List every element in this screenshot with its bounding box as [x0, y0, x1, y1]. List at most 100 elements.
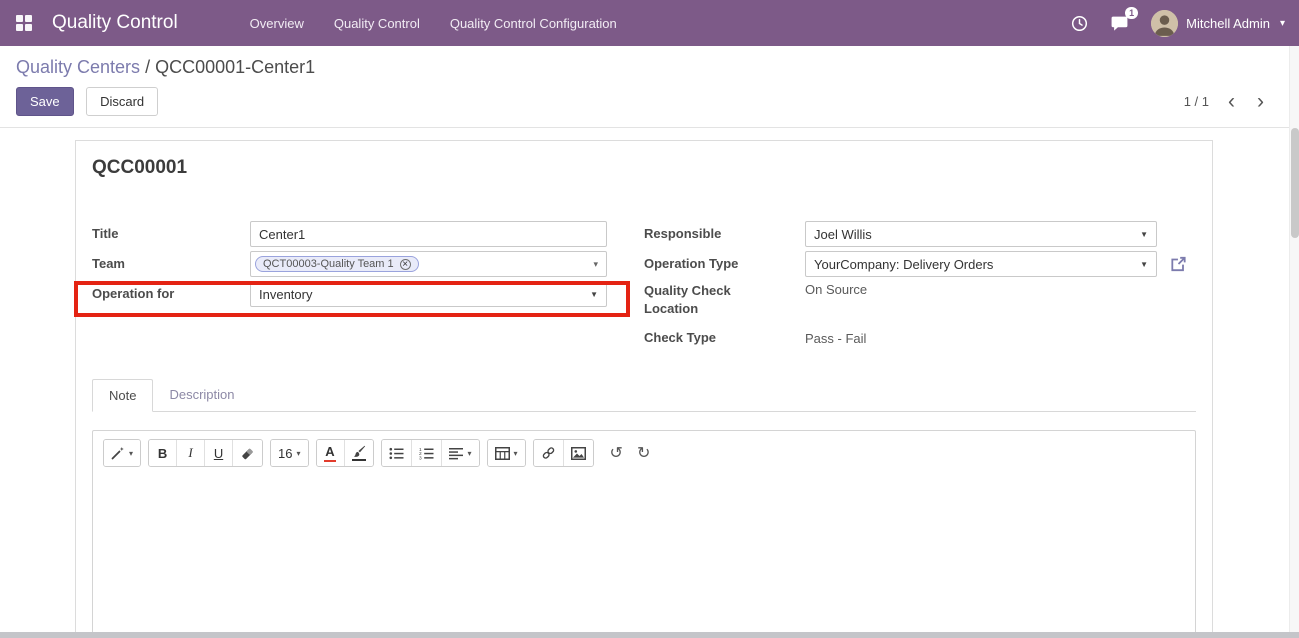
font-style-group: B I U	[148, 439, 263, 467]
messages-menu-button[interactable]: 1	[1110, 15, 1129, 32]
eraser-icon	[240, 446, 255, 460]
field-label-operation-for: Operation for	[92, 285, 250, 303]
underline-icon: U	[214, 446, 223, 461]
tab-description[interactable]: Description	[153, 379, 250, 411]
responsible-value: Joel Willis	[814, 227, 872, 242]
app-title[interactable]: Quality Control	[52, 12, 178, 34]
paint-brush-icon	[352, 445, 366, 461]
bold-icon: B	[158, 446, 167, 461]
save-button[interactable]: Save	[16, 87, 74, 116]
field-row-team: Team QCT00003-Quality Team 1 × ▾	[92, 249, 644, 279]
menu-overview[interactable]: Overview	[250, 16, 304, 31]
record-name: QCC00001	[92, 157, 1196, 179]
bold-button[interactable]: B	[149, 440, 177, 466]
color-group: A	[316, 439, 374, 467]
person-icon	[1151, 10, 1178, 37]
caret-down-icon: ▾	[296, 449, 300, 458]
title-input[interactable]	[250, 221, 607, 247]
field-label-operation-type: Operation Type	[644, 255, 805, 273]
insert-group	[533, 439, 594, 467]
insert-link-button[interactable]	[534, 440, 564, 466]
select-caret-icon: ▼	[1140, 230, 1148, 239]
discard-button[interactable]: Discard	[86, 87, 158, 116]
control-panel-row: Save Discard 1 / 1 ‹ ›	[16, 87, 1283, 116]
tab-note[interactable]: Note	[92, 379, 153, 412]
numbered-list-icon: 123	[419, 447, 434, 460]
navbar-right: 1 Mitchell Admin ▾	[1071, 10, 1285, 37]
select-caret-icon: ▼	[590, 290, 598, 299]
note-editor-content[interactable]	[93, 475, 1195, 638]
link-icon	[541, 446, 556, 460]
field-label-responsible: Responsible	[644, 225, 805, 243]
caret-down-icon: ▾	[129, 449, 133, 458]
highlight-color-button[interactable]	[345, 440, 373, 466]
style-dropdown-button[interactable]: ▾	[104, 440, 140, 466]
font-color-button[interactable]: A	[317, 440, 345, 466]
clock-icon	[1071, 15, 1088, 32]
menu-quality-control[interactable]: Quality Control	[334, 16, 420, 31]
navbar-left: Quality Control Overview Quality Control…	[6, 5, 617, 41]
apps-grid-icon	[16, 15, 32, 31]
caret-down-icon: ▾	[468, 449, 472, 458]
insert-image-button[interactable]	[564, 440, 593, 466]
breadcrumb: Quality Centers / QCC00001-Center1	[16, 57, 1283, 78]
scrollbar-thumb[interactable]	[1291, 128, 1299, 238]
table-icon	[495, 447, 510, 460]
ordered-list-button[interactable]: 123	[412, 440, 442, 466]
history-group: ↺ ↻	[603, 440, 658, 466]
paragraph-align-button[interactable]: ▾	[442, 440, 479, 466]
remove-tag-icon[interactable]: ×	[400, 259, 411, 270]
editor-toolbar: ▾ B I U	[93, 431, 1195, 475]
field-label-check-type: Check Type	[644, 329, 805, 347]
undo-button[interactable]: ↺	[603, 440, 630, 466]
redo-button[interactable]: ↻	[630, 440, 657, 466]
eraser-button[interactable]	[233, 440, 262, 466]
field-row-operation-for: Operation for Inventory ▼	[92, 279, 644, 309]
check-type-value: Pass - Fail	[805, 331, 866, 346]
team-tag-label: QCT00003-Quality Team 1	[263, 258, 394, 270]
paragraph-group: 123 ▾	[381, 439, 480, 467]
activities-clock-icon[interactable]	[1071, 15, 1088, 32]
magic-wand-icon	[111, 446, 125, 460]
unordered-list-button[interactable]	[382, 440, 412, 466]
underline-button[interactable]: U	[205, 440, 233, 466]
form-sheet: QCC00001 Title Team	[75, 140, 1213, 638]
operation-for-value: Inventory	[259, 287, 312, 302]
apps-menu-button[interactable]	[6, 5, 42, 41]
field-row-title: Title	[92, 219, 644, 249]
external-link-icon[interactable]	[1169, 255, 1188, 273]
breadcrumb-separator: /	[140, 57, 155, 77]
user-menu[interactable]: Mitchell Admin ▾	[1151, 10, 1285, 37]
menu-quality-control-configuration[interactable]: Quality Control Configuration	[450, 16, 617, 31]
style-group: ▾	[103, 439, 141, 467]
operation-type-value: YourCompany: Delivery Orders	[814, 257, 993, 272]
field-column-right: Responsible Joel Willis ▼ Operation Type	[644, 219, 1196, 353]
caret-down-icon: ▾	[514, 449, 518, 458]
messages-count-badge: 1	[1125, 7, 1138, 20]
vertical-scrollbar[interactable]	[1289, 46, 1299, 638]
field-label-team: Team	[92, 255, 250, 273]
font-size-value: 16	[278, 446, 292, 461]
image-icon	[571, 447, 586, 460]
team-field[interactable]: QCT00003-Quality Team 1 × ▾	[250, 251, 607, 277]
caret-down-icon: ▾	[1280, 18, 1285, 29]
operation-type-select[interactable]: YourCompany: Delivery Orders ▼	[805, 251, 1157, 277]
team-tag: QCT00003-Quality Team 1 ×	[255, 256, 419, 272]
font-size-button[interactable]: 16 ▾	[271, 440, 307, 466]
operation-for-select[interactable]: Inventory ▼	[250, 281, 607, 307]
field-row-responsible: Responsible Joel Willis ▼	[644, 219, 1196, 249]
form-buttons: Save Discard	[16, 87, 158, 116]
pager-next-button[interactable]: ›	[1254, 91, 1267, 112]
breadcrumb-parent-link[interactable]: Quality Centers	[16, 57, 140, 77]
pager-value: 1 / 1	[1184, 94, 1209, 109]
field-row-check-type: Check Type Pass - Fail	[644, 323, 1196, 353]
dropdown-caret-icon[interactable]: ▾	[593, 259, 598, 270]
italic-button[interactable]: I	[177, 440, 205, 466]
notebook: Note Description ▾	[92, 379, 1196, 638]
field-label-quality-check-location: Quality Check Location	[644, 282, 805, 317]
note-editor: ▾ B I U	[92, 430, 1196, 638]
pager: 1 / 1 ‹ ›	[1184, 91, 1283, 112]
responsible-select[interactable]: Joel Willis ▼	[805, 221, 1157, 247]
pager-previous-button[interactable]: ‹	[1225, 91, 1238, 112]
table-button[interactable]: ▾	[488, 440, 525, 466]
